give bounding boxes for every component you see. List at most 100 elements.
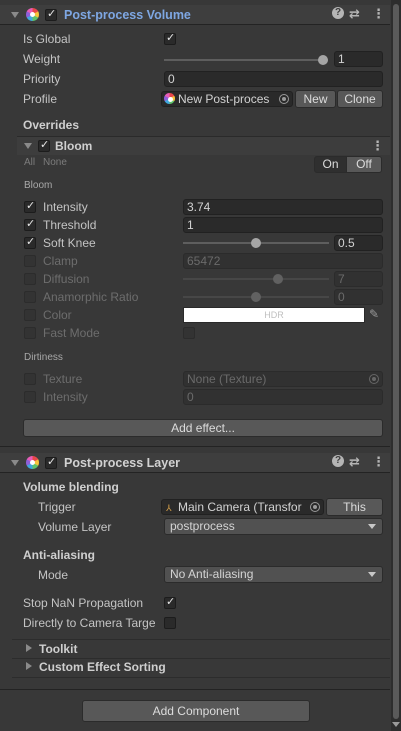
fast-mode-label: Fast Mode: [43, 326, 100, 340]
custom-sorting-expand-arrow-icon[interactable]: [26, 662, 32, 670]
anti-aliasing-mode-dropdown[interactable]: No Anti-aliasing: [164, 566, 383, 583]
all-toggle[interactable]: All: [24, 157, 35, 168]
diffusion-override-checkbox[interactable]: [24, 273, 36, 285]
profile-asset-icon: [164, 93, 175, 104]
component-separator-2: [0, 689, 390, 690]
layer-preset-settings-icon[interactable]: ⇄: [349, 454, 360, 470]
priority-field[interactable]: 0: [164, 71, 383, 87]
bloom-title: Bloom: [55, 139, 93, 153]
anti-aliasing-label: Anti-aliasing: [23, 548, 96, 562]
scrollbar-thumb[interactable]: [393, 4, 399, 719]
diffusion-field[interactable]: 7: [334, 271, 383, 287]
threshold-override-checkbox[interactable]: [24, 217, 36, 231]
color-swatch[interactable]: HDR: [183, 307, 365, 323]
is-global-label: Is Global: [23, 32, 71, 46]
anamorphic-slider-knob[interactable]: [251, 292, 261, 302]
dirt-intensity-field[interactable]: 0: [183, 389, 383, 405]
overrides-label: Overrides: [23, 118, 80, 132]
soft-knee-override-checkbox[interactable]: [24, 235, 36, 249]
is-global-checkbox[interactable]: [164, 31, 176, 45]
color-label: Color: [43, 308, 72, 322]
threshold-field[interactable]: 1: [183, 217, 383, 233]
toolkit-foldout[interactable]: Toolkit: [39, 642, 77, 656]
layer-kebab-menu-icon[interactable]: ⋮: [372, 454, 385, 470]
trigger-picker-icon[interactable]: [310, 502, 320, 512]
texture-label: Texture: [43, 372, 83, 386]
intensity-override-checkbox[interactable]: [24, 199, 36, 213]
kebab-menu-icon[interactable]: ⋮: [372, 6, 385, 22]
profile-value: New Post-proces: [178, 92, 270, 106]
volume-component-header[interactable]: Post-process Volume ? ⇄ ⋮: [0, 5, 390, 25]
layer-title: Post-process Layer: [64, 456, 181, 470]
none-toggle[interactable]: None: [43, 157, 67, 168]
anamorphic-field[interactable]: 0: [334, 289, 383, 305]
help-icon[interactable]: ?: [332, 7, 344, 19]
on-button[interactable]: On: [314, 156, 347, 173]
diffusion-slider-knob[interactable]: [273, 274, 283, 284]
stop-nan-checkbox[interactable]: [164, 595, 176, 609]
dirt-intensity-override-checkbox[interactable]: [24, 391, 36, 403]
direct-camera-checkbox[interactable]: [164, 617, 176, 629]
texture-object-field[interactable]: None (Texture): [183, 371, 383, 387]
toolkit-expand-arrow-icon[interactable]: [26, 644, 32, 652]
volume-title: Post-process Volume: [64, 8, 191, 22]
trigger-value: Main Camera (Transfor: [178, 500, 302, 514]
profile-object-field[interactable]: New Post-proces: [161, 91, 293, 107]
layer-collapse-arrow-icon[interactable]: [11, 460, 19, 466]
foldout-separator-3: [12, 677, 390, 678]
clone-profile-button[interactable]: Clone: [337, 90, 383, 108]
clamp-label: Clamp: [43, 254, 78, 268]
custom-effect-sorting-foldout[interactable]: Custom Effect Sorting: [39, 660, 166, 674]
volume-enabled-checkbox[interactable]: [45, 7, 57, 21]
texture-picker-icon[interactable]: [369, 374, 379, 384]
weight-slider-knob[interactable]: [318, 55, 328, 65]
preset-settings-icon[interactable]: ⇄: [349, 6, 360, 22]
bloom-menu-icon[interactable]: ⋮: [371, 138, 384, 154]
soft-knee-field[interactable]: 0.5: [334, 235, 383, 251]
scroll-down-arrow-icon[interactable]: [392, 722, 400, 727]
soft-knee-slider-knob[interactable]: [251, 238, 261, 248]
this-button[interactable]: This: [326, 498, 383, 516]
add-effect-button[interactable]: Add effect...: [23, 419, 383, 437]
intensity-field[interactable]: 3.74: [183, 199, 383, 215]
trigger-label: Trigger: [38, 500, 76, 514]
eyedropper-icon[interactable]: ✎: [369, 307, 379, 321]
volume-blending-label: Volume blending: [23, 480, 119, 494]
clamp-field[interactable]: 65472: [183, 253, 383, 269]
mode-label: Mode: [38, 568, 69, 582]
layer-enabled-checkbox[interactable]: [45, 455, 57, 469]
new-profile-button[interactable]: New: [295, 90, 336, 108]
postprocess-layer-icon: [26, 456, 39, 469]
foldout-separator-2: [12, 658, 390, 659]
add-component-button[interactable]: Add Component: [82, 700, 310, 722]
bloom-enabled-checkbox[interactable]: [38, 138, 50, 152]
bloom-collapse-arrow-icon[interactable]: [24, 143, 32, 149]
dirt-intensity-label: Intensity: [43, 390, 88, 404]
postprocess-volume-icon: [26, 8, 39, 21]
fast-mode-override-checkbox[interactable]: [24, 327, 36, 339]
object-picker-icon[interactable]: [279, 94, 289, 104]
weight-slider-track[interactable]: [164, 59, 328, 61]
layer-help-icon[interactable]: ?: [332, 455, 344, 467]
direct-camera-label: Directly to Camera Targe: [23, 616, 156, 630]
intensity-label: Intensity: [43, 200, 88, 214]
anamorphic-override-checkbox[interactable]: [24, 291, 36, 303]
off-button[interactable]: Off: [346, 156, 382, 173]
volume-layer-dropdown[interactable]: postprocess: [164, 518, 383, 535]
component-separator: [0, 446, 390, 447]
texture-override-checkbox[interactable]: [24, 373, 36, 385]
stop-nan-label: Stop NaN Propagation: [23, 596, 144, 610]
priority-label: Priority: [23, 72, 61, 86]
soft-knee-label: Soft Knee: [43, 236, 96, 250]
color-override-checkbox[interactable]: [24, 309, 36, 321]
clamp-override-checkbox[interactable]: [24, 255, 36, 267]
layer-component-header[interactable]: Post-process Layer ? ⇄ ⋮: [0, 453, 390, 473]
weight-field[interactable]: 1: [334, 51, 383, 67]
diffusion-slider-track[interactable]: [183, 278, 329, 280]
fast-mode-checkbox[interactable]: [183, 327, 195, 339]
collapse-arrow-icon[interactable]: [11, 12, 19, 18]
bloom-section-label: Bloom: [24, 180, 53, 191]
threshold-label: Threshold: [43, 218, 97, 232]
bloom-effect-header[interactable]: Bloom ⋮: [17, 136, 390, 155]
trigger-object-field[interactable]: Main Camera (Transfor: [161, 499, 324, 515]
